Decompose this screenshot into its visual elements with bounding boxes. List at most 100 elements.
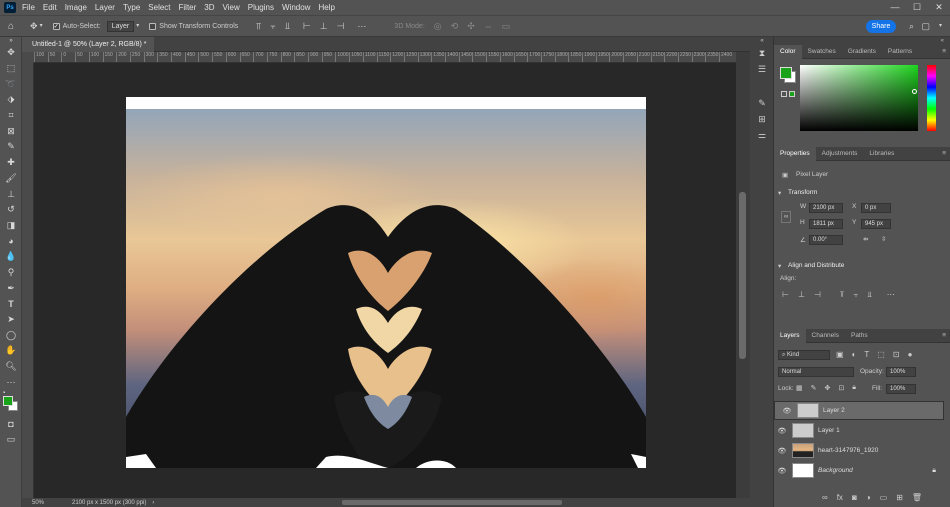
menu-filter[interactable]: Filter xyxy=(179,3,197,12)
search-icon[interactable]: ⌕ xyxy=(909,22,914,31)
brush-settings-icon[interactable]: ✎ xyxy=(750,95,774,111)
hue-slider[interactable] xyxy=(927,65,936,131)
layer-row-layer-2[interactable]: 👁︎ Layer 2 xyxy=(774,401,944,420)
align-section-title[interactable]: Align and Distribute xyxy=(788,262,844,269)
foreground-color-swatch[interactable] xyxy=(3,396,13,407)
tab-layers[interactable]: Layers xyxy=(774,328,806,343)
lock-icon[interactable]: 🔒︎ xyxy=(932,467,936,475)
add-mask-icon[interactable]: ◙ xyxy=(852,493,857,502)
panel-menu-icon[interactable]: ≡ xyxy=(936,329,950,343)
type-tool-icon[interactable]: T xyxy=(0,296,22,312)
chevron-down-icon[interactable]: ▾ xyxy=(40,22,43,31)
align-hcenter-icon[interactable]: ⊥ xyxy=(798,290,805,300)
zoom-level[interactable]: 50% xyxy=(32,500,62,506)
align-left-icon[interactable]: ⊢ xyxy=(782,290,789,300)
chevron-right-icon[interactable]: › xyxy=(152,500,154,506)
menu-image[interactable]: Image xyxy=(65,3,87,12)
menu-layer[interactable]: Layer xyxy=(95,3,115,12)
hand-tool-icon[interactable]: ✋ xyxy=(0,343,22,359)
warning-icon[interactable] xyxy=(781,91,787,97)
chevron-down-icon[interactable]: ▾ xyxy=(778,189,781,197)
align-left-icon[interactable]: ⊢ xyxy=(303,21,311,31)
angle-field[interactable]: 0.00° xyxy=(809,235,843,245)
auto-select-dropdown[interactable]: Layer xyxy=(106,20,135,32)
shape-tool-icon[interactable]: ◯ xyxy=(0,327,22,343)
vertical-scrollbar[interactable] xyxy=(736,52,750,498)
3d-roll-icon[interactable]: ⟲ xyxy=(451,21,459,31)
layer-row-background[interactable]: 👁︎ Background 🔒︎ xyxy=(774,461,944,480)
eye-icon[interactable]: 👁︎ xyxy=(774,447,790,455)
link-icon[interactable]: ∞ xyxy=(781,211,792,223)
frame-tool-icon[interactable]: ⊠ xyxy=(0,123,22,139)
screen-mode-icon[interactable]: ▭ xyxy=(0,432,22,448)
minimize-button[interactable]: — xyxy=(884,0,906,15)
tab-adjustments[interactable]: Adjustments xyxy=(816,147,864,161)
filter-shape-icon[interactable]: ⬚ xyxy=(877,350,885,359)
layer-name[interactable]: Layer 1 xyxy=(818,427,944,434)
picker-cursor[interactable] xyxy=(912,89,917,94)
eye-icon[interactable]: 👁︎ xyxy=(774,427,790,435)
document-info[interactable]: 2100 px x 1500 px (300 ppi) xyxy=(72,500,146,506)
tab-gradients[interactable]: Gradients xyxy=(842,45,882,59)
lock-artboard-icon[interactable]: ⊡ xyxy=(838,384,844,392)
eraser-tool-icon[interactable]: ◨ xyxy=(0,218,22,234)
align-vcenter-icon[interactable]: ⫟ xyxy=(270,21,275,31)
auto-select-checkbox[interactable]: ✓ xyxy=(52,22,60,30)
show-transform-checkbox[interactable] xyxy=(149,22,157,30)
align-hcenter-icon[interactable]: ⊥ xyxy=(320,21,328,31)
foreground-color-swatch[interactable] xyxy=(780,67,792,79)
layer-name[interactable]: Background xyxy=(818,467,932,474)
tab-properties[interactable]: Properties xyxy=(774,146,816,161)
scrollbar-thumb[interactable] xyxy=(739,192,746,359)
history-brush-tool-icon[interactable]: ↺ xyxy=(0,202,22,218)
character-icon[interactable]: ⊞ xyxy=(750,111,774,127)
align-bottom-icon[interactable]: ⫫ xyxy=(867,290,872,300)
color-picker-field[interactable] xyxy=(800,65,918,131)
layer-name[interactable]: heart-3147976_1920 xyxy=(818,447,944,454)
healing-brush-tool-icon[interactable]: ✚ xyxy=(0,155,22,171)
home-icon[interactable]: ⌂ xyxy=(8,21,14,31)
share-button[interactable]: Share xyxy=(866,20,896,33)
crop-tool-icon[interactable]: ⌗ xyxy=(0,108,22,124)
menu-plugins[interactable]: Plugins xyxy=(248,3,274,12)
x-field[interactable]: 0 px xyxy=(861,203,891,213)
layer-filter-kind[interactable]: ⌕ Kind xyxy=(778,350,830,360)
menu-type[interactable]: Type xyxy=(123,3,140,12)
menu-select[interactable]: Select xyxy=(148,3,170,12)
dodge-tool-icon[interactable]: ⚲ xyxy=(0,265,22,281)
3d-slide-icon[interactable]: ⇔ xyxy=(484,21,493,31)
y-field[interactable]: 945 px xyxy=(861,219,891,229)
more-options-icon[interactable]: ⋯ xyxy=(887,290,895,300)
lock-pixels-icon[interactable]: ✎ xyxy=(811,384,817,392)
new-layer-icon[interactable]: ⊞ xyxy=(896,493,903,502)
tab-color[interactable]: Color xyxy=(774,44,802,59)
object-select-tool-icon[interactable]: ⬗ xyxy=(0,92,22,108)
adjustment-layer-icon[interactable]: ◑ xyxy=(866,493,871,502)
brush-tool-icon[interactable]: 🖌 xyxy=(0,171,22,187)
properties-icon[interactable]: ☰ xyxy=(750,61,774,77)
delete-layer-icon[interactable]: 🗑︎ xyxy=(912,493,922,502)
horizontal-scrollbar-thumb[interactable] xyxy=(342,500,562,505)
panel-menu-icon[interactable]: ≡ xyxy=(936,45,950,59)
menu-help[interactable]: Help xyxy=(318,3,334,12)
workspace-icon[interactable]: ▢ xyxy=(921,22,930,31)
opacity-field[interactable]: 100% xyxy=(886,367,916,377)
zoom-tool-icon[interactable]: 🔍︎ xyxy=(0,359,22,375)
quick-mask-icon[interactable]: ◘ xyxy=(0,416,22,432)
move-tool-icon[interactable]: ✥ xyxy=(30,21,38,31)
move-tool-icon[interactable]: ✥ xyxy=(0,45,22,61)
menu-view[interactable]: View xyxy=(223,3,240,12)
chevron-down-icon[interactable]: ▾ xyxy=(939,22,942,31)
tab-channels[interactable]: Channels xyxy=(806,329,845,343)
document-image[interactable] xyxy=(126,97,646,468)
tab-swatches[interactable]: Swatches xyxy=(802,45,842,59)
marquee-tool-icon[interactable]: ⬚ xyxy=(0,61,22,77)
blur-tool-icon[interactable]: 💧 xyxy=(0,249,22,265)
color-swatches[interactable]: ▪ xyxy=(0,390,22,416)
menu-3d[interactable]: 3D xyxy=(204,3,214,12)
filter-adjustment-icon[interactable]: ◐ xyxy=(852,350,857,359)
3d-scale-icon[interactable]: ▭ xyxy=(502,21,511,31)
close-button[interactable]: ✕ xyxy=(928,0,950,15)
tab-paths[interactable]: Paths xyxy=(845,329,874,343)
menu-edit[interactable]: Edit xyxy=(43,3,57,12)
